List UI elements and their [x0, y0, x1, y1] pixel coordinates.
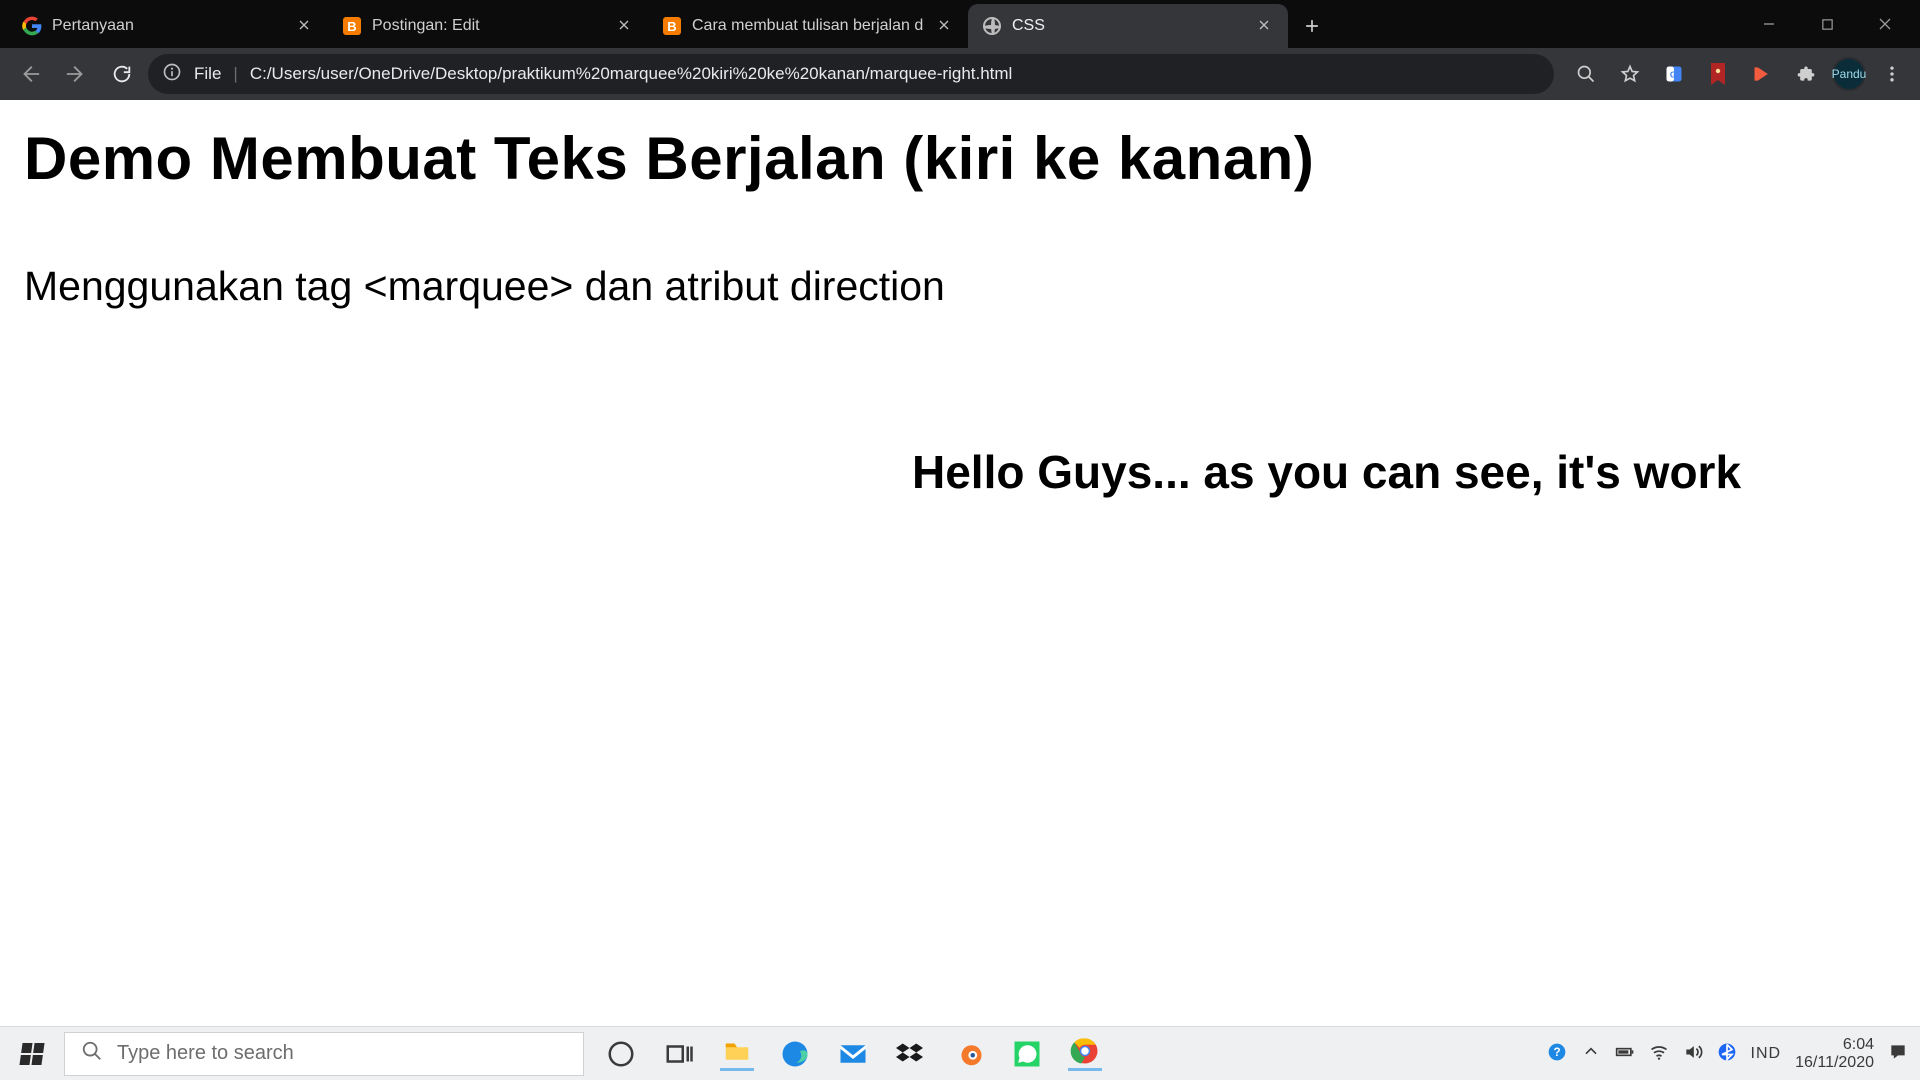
marquee-text: Hello Guys... as you can see, it's work [912, 446, 1741, 498]
zoom-icon[interactable] [1568, 56, 1604, 92]
close-icon[interactable] [936, 17, 954, 35]
window-close-button[interactable] [1856, 4, 1914, 44]
file-explorer-icon[interactable] [720, 1037, 754, 1071]
chrome-icon[interactable] [1068, 1037, 1102, 1071]
tab-title: Cara membuat tulisan berjalan d [692, 17, 926, 35]
input-language[interactable]: IND [1751, 1045, 1782, 1063]
close-icon[interactable] [1256, 17, 1274, 35]
back-button[interactable] [10, 54, 50, 94]
bluetooth-icon[interactable] [1717, 1042, 1737, 1065]
url-path: C:/Users/user/OneDrive/Desktop/praktikum… [250, 64, 1540, 84]
kebab-menu-icon[interactable] [1874, 56, 1910, 92]
extension-generic-1-icon[interactable] [1700, 56, 1736, 92]
window-controls [1740, 0, 1920, 48]
bookmark-star-icon[interactable] [1612, 56, 1648, 92]
browser-titlebar: Pertanyaan B Postingan: Edit B Cara memb… [0, 0, 1920, 48]
taskbar-search-placeholder: Type here to search [117, 1042, 294, 1065]
dropbox-icon[interactable] [894, 1037, 928, 1071]
tab-title: Postingan: Edit [372, 17, 606, 35]
windows-logo-icon [19, 1043, 44, 1065]
forward-button[interactable] [56, 54, 96, 94]
browser-tab-2[interactable]: B Cara membuat tulisan berjalan d [648, 4, 968, 48]
system-tray: ? IND 6:04 16/11/2020 [1535, 1036, 1920, 1072]
battery-icon[interactable] [1615, 1042, 1635, 1065]
blogger-icon: B [342, 16, 362, 36]
profile-avatar[interactable]: Pandu [1832, 57, 1866, 91]
page-content: Demo Membuat Teks Berjalan (kiri ke kana… [0, 100, 1920, 1026]
url-scheme: File [194, 64, 221, 84]
mail-icon[interactable] [836, 1037, 870, 1071]
tray-date: 16/11/2020 [1795, 1054, 1874, 1071]
url-separator: | [233, 64, 237, 84]
reload-button[interactable] [102, 54, 142, 94]
site-info-icon[interactable] [162, 62, 182, 87]
svg-text:?: ? [1553, 1046, 1560, 1059]
edge-icon[interactable] [778, 1037, 812, 1071]
extension-generic-2-icon[interactable] [1744, 56, 1780, 92]
browser-tab-1[interactable]: B Postingan: Edit [328, 4, 648, 48]
page-subheading: Menggunakan tag <marquee> dan atribut di… [24, 263, 1896, 310]
task-view-icon[interactable] [662, 1037, 696, 1071]
browser-toolbar: File | C:/Users/user/OneDrive/Desktop/pr… [0, 48, 1920, 100]
address-bar[interactable]: File | C:/Users/user/OneDrive/Desktop/pr… [148, 54, 1554, 94]
browser-tab-0[interactable]: Pertanyaan [8, 4, 328, 48]
marquee-region: Hello Guys... as you can see, it's work [0, 445, 1920, 499]
toolbar-actions: G Pandu [1568, 56, 1910, 92]
tab-title: CSS [1012, 17, 1246, 35]
page-heading: Demo Membuat Teks Berjalan (kiri ke kana… [24, 124, 1896, 193]
blogger-icon: B [662, 16, 682, 36]
taskbar-search[interactable]: Type here to search [64, 1032, 584, 1076]
close-icon[interactable] [296, 17, 314, 35]
new-tab-button[interactable] [1294, 8, 1330, 44]
search-icon [81, 1040, 103, 1068]
taskbar-pinned-apps [604, 1027, 1102, 1080]
globe-icon [982, 16, 1002, 36]
start-button[interactable] [0, 1027, 64, 1080]
tray-time: 6:04 [1843, 1036, 1874, 1053]
tab-strip: Pertanyaan B Postingan: Edit B Cara memb… [0, 0, 1740, 48]
browser-tab-3[interactable]: CSS [968, 4, 1288, 48]
close-icon[interactable] [616, 17, 634, 35]
tray-chevron-icon[interactable] [1581, 1042, 1601, 1065]
extensions-puzzle-icon[interactable] [1788, 56, 1824, 92]
extension-translate-icon[interactable]: G [1656, 56, 1692, 92]
wifi-icon[interactable] [1649, 1042, 1669, 1065]
google-icon [22, 16, 42, 36]
svg-text:G: G [1670, 69, 1676, 79]
windows-taskbar: Type here to search ? IND 6:04 16/11/202… [0, 1026, 1920, 1080]
whatsapp-icon[interactable] [1010, 1037, 1044, 1071]
volume-icon[interactable] [1683, 1042, 1703, 1065]
window-maximize-button[interactable] [1798, 4, 1856, 44]
tray-clock[interactable]: 6:04 16/11/2020 [1795, 1036, 1874, 1072]
cortana-icon[interactable] [604, 1037, 638, 1071]
help-icon[interactable]: ? [1547, 1042, 1567, 1065]
tab-title: Pertanyaan [52, 17, 286, 35]
window-minimize-button[interactable] [1740, 4, 1798, 44]
profile-label: Pandu [1832, 67, 1867, 81]
action-center-icon[interactable] [1888, 1042, 1908, 1065]
blender-icon[interactable] [952, 1037, 986, 1071]
